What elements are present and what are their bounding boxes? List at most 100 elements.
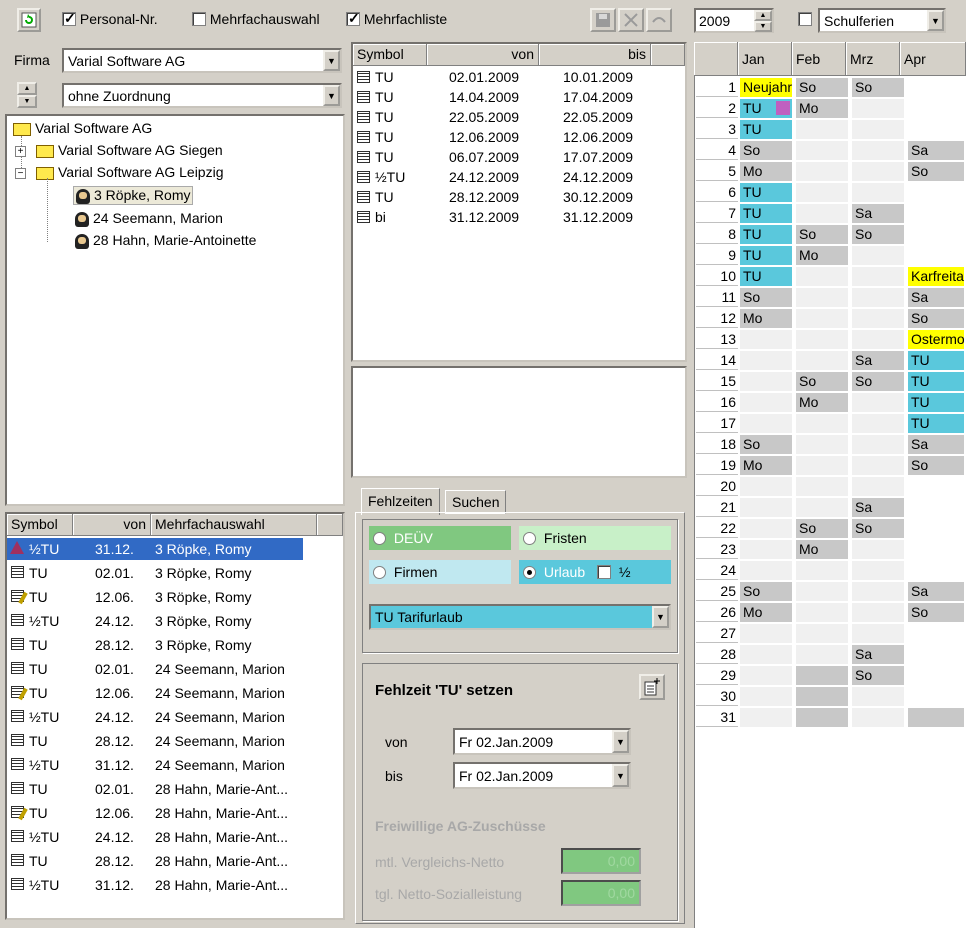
calendar-cell-mrz[interactable]: [852, 603, 904, 622]
calendar-cell-mrz[interactable]: [852, 414, 904, 433]
calendar-cell-jan[interactable]: So: [740, 582, 792, 601]
calendar-cell-jan[interactable]: Mo: [740, 309, 792, 328]
calendar-cell-feb[interactable]: [796, 498, 848, 517]
calendar-cell-feb[interactable]: [796, 351, 848, 370]
calendar-cell-jan[interactable]: TU: [740, 183, 792, 202]
calendar-cell-mrz[interactable]: [852, 288, 904, 307]
calendar-cell-apr[interactable]: [908, 99, 964, 118]
calendar-cell-apr[interactable]: TU: [908, 393, 964, 412]
calendar-cell-mrz[interactable]: [852, 435, 904, 454]
calendar-cell-feb[interactable]: [796, 456, 848, 475]
calendar-cell-mrz[interactable]: [852, 330, 904, 349]
calendar-cell-mrz[interactable]: Sa: [852, 204, 904, 223]
calendar-cell-jan[interactable]: So: [740, 288, 792, 307]
calendar-cell-mrz[interactable]: So: [852, 78, 904, 97]
calendar-cell-jan[interactable]: TU: [740, 246, 792, 265]
calendar-cell-mrz[interactable]: So: [852, 666, 904, 685]
calendar-cell-feb[interactable]: [796, 267, 848, 286]
calendar-cell-feb[interactable]: [796, 120, 848, 139]
calendar-cell-jan[interactable]: Mo: [740, 162, 792, 181]
calendar-cell-jan[interactable]: [740, 498, 792, 517]
calendar-cell-jan[interactable]: [740, 372, 792, 391]
calendar-cell-jan[interactable]: [740, 414, 792, 433]
calendar-cell-feb[interactable]: [796, 582, 848, 601]
calendar-cell-mrz[interactable]: [852, 99, 904, 118]
calendar-cell-apr[interactable]: [908, 78, 964, 97]
calendar-cell-apr[interactable]: Sa: [908, 582, 964, 601]
calendar-cell-feb[interactable]: [796, 204, 848, 223]
calendar-cell-apr[interactable]: [908, 687, 964, 706]
calendar-cell-apr[interactable]: Sa: [908, 288, 964, 307]
calendar-cell-apr[interactable]: [908, 204, 964, 223]
calendar-cell-mrz[interactable]: [852, 456, 904, 475]
calendar-cell-mrz[interactable]: [852, 687, 904, 706]
calendar-cell-apr[interactable]: [908, 519, 964, 538]
calendar-cell-mrz[interactable]: [852, 708, 904, 727]
calendar-cell-apr[interactable]: [908, 477, 964, 496]
calendar-cell-mrz[interactable]: So: [852, 519, 904, 538]
calendar-cell-apr[interactable]: Karfreitag: [908, 267, 964, 286]
calendar-cell-apr[interactable]: TU: [908, 372, 964, 391]
calendar-cell-mrz[interactable]: [852, 582, 904, 601]
calendar-cell-mrz[interactable]: [852, 183, 904, 202]
calendar-cell-jan[interactable]: [740, 687, 792, 706]
calendar-cell-feb[interactable]: So: [796, 519, 848, 538]
calendar-cell-jan[interactable]: [740, 561, 792, 580]
calendar-cell-mrz[interactable]: [852, 120, 904, 139]
calendar-cell-feb[interactable]: [796, 708, 848, 727]
calendar-cell-jan[interactable]: [740, 540, 792, 559]
calendar-cell-apr[interactable]: [908, 498, 964, 517]
calendar-cell-jan[interactable]: [740, 519, 792, 538]
calendar-cell-mrz[interactable]: So: [852, 225, 904, 244]
calendar-cell-mrz[interactable]: [852, 393, 904, 412]
calendar-cell-apr[interactable]: [908, 666, 964, 685]
calendar-cell-apr[interactable]: [908, 561, 964, 580]
calendar-cell-feb[interactable]: Mo: [796, 393, 848, 412]
calendar-cell-jan[interactable]: [740, 351, 792, 370]
calendar-cell-apr[interactable]: [908, 645, 964, 664]
calendar-cell-mrz[interactable]: Sa: [852, 498, 904, 517]
calendar-cell-mrz[interactable]: [852, 561, 904, 580]
calendar-cell-jan[interactable]: [740, 708, 792, 727]
calendar-cell-jan[interactable]: Neujahr: [740, 78, 792, 97]
calendar-cell-apr[interactable]: So: [908, 162, 964, 181]
calendar-cell-apr[interactable]: Sa: [908, 435, 964, 454]
calendar-cell-mrz[interactable]: [852, 141, 904, 160]
calendar-cell-jan[interactable]: [740, 330, 792, 349]
calendar-cell-feb[interactable]: [796, 288, 848, 307]
calendar-cell-feb[interactable]: So: [796, 225, 848, 244]
calendar-cell-feb[interactable]: Mo: [796, 540, 848, 559]
calendar-cell-jan[interactable]: TU: [740, 225, 792, 244]
calendar-cell-mrz[interactable]: [852, 624, 904, 643]
calendar-cell-apr[interactable]: TU: [908, 414, 964, 433]
calendar-cell-feb[interactable]: Mo: [796, 246, 848, 265]
calendar-cell-jan[interactable]: TU: [740, 120, 792, 139]
calendar-cell-jan[interactable]: Mo: [740, 603, 792, 622]
calendar-cell-mrz[interactable]: [852, 477, 904, 496]
calendar-cell-mrz[interactable]: Sa: [852, 351, 904, 370]
calendar-cell-apr[interactable]: Sa: [908, 141, 964, 160]
calendar-cell-feb[interactable]: [796, 561, 848, 580]
calendar-cell-jan[interactable]: So: [740, 435, 792, 454]
calendar-cell-jan[interactable]: [740, 624, 792, 643]
calendar-cell-jan[interactable]: TU: [740, 204, 792, 223]
calendar-cell-apr[interactable]: So: [908, 603, 964, 622]
calendar-cell-mrz[interactable]: So: [852, 372, 904, 391]
calendar-cell-feb[interactable]: [796, 435, 848, 454]
calendar-cell-mrz[interactable]: [852, 267, 904, 286]
calendar-cell-mrz[interactable]: [852, 162, 904, 181]
calendar-cell-feb[interactable]: [796, 183, 848, 202]
calendar-cell-apr[interactable]: [908, 183, 964, 202]
calendar-cell-mrz[interactable]: Sa: [852, 645, 904, 664]
calendar-cell-apr[interactable]: So: [908, 456, 964, 475]
calendar-cell-feb[interactable]: [796, 645, 848, 664]
calendar-cell-jan[interactable]: [740, 666, 792, 685]
calendar-cell-feb[interactable]: [796, 603, 848, 622]
calendar-cell-feb[interactable]: [796, 624, 848, 643]
calendar-cell-feb[interactable]: Mo: [796, 99, 848, 118]
calendar-cell-mrz[interactable]: [852, 309, 904, 328]
calendar-cell-feb[interactable]: So: [796, 372, 848, 391]
calendar-cell-apr[interactable]: [908, 540, 964, 559]
calendar-cell-apr[interactable]: [908, 246, 964, 265]
calendar-cell-apr[interactable]: Ostermontag: [908, 330, 964, 349]
